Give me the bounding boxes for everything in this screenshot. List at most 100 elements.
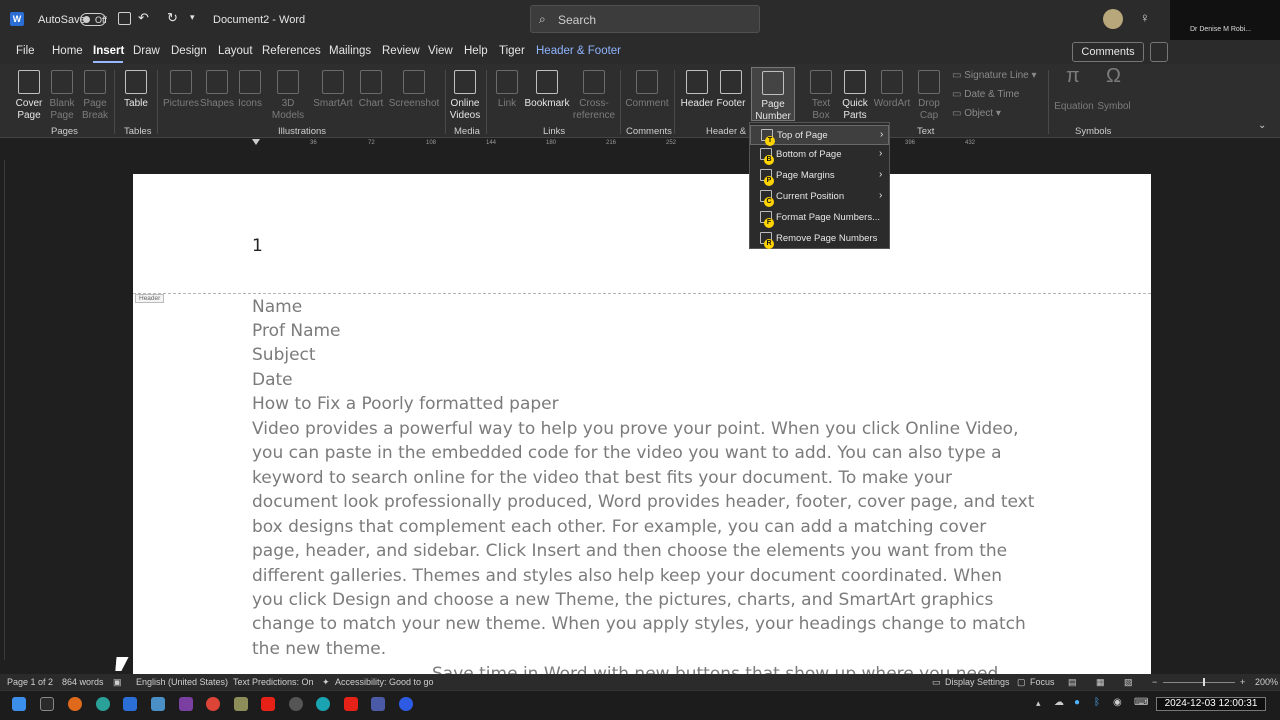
menu-item-format-page-numbers[interactable]: F Format Page Numbers...	[750, 208, 889, 228]
tab-help[interactable]: Help	[464, 45, 488, 57]
pictures-button[interactable]: Pictures	[162, 70, 200, 110]
text-box-button[interactable]: Text Box	[806, 70, 836, 122]
redo-icon[interactable]: ↻	[167, 10, 178, 26]
shapes-button[interactable]: Shapes	[200, 70, 234, 110]
menu-item-remove-page-numbers[interactable]: R Remove Page Numbers	[750, 229, 889, 249]
smartart-button[interactable]: SmartArt	[313, 70, 353, 110]
paragraph-line[interactable]: page, header, and sidebar. Click Insert …	[252, 539, 1007, 564]
tab-review[interactable]: Review	[382, 45, 420, 57]
quick-parts-button[interactable]: Quick Parts	[838, 70, 872, 122]
task-view-icon[interactable]	[40, 697, 54, 711]
zoom-in-icon[interactable]: +	[1240, 677, 1245, 687]
windows-start-icon[interactable]	[12, 697, 26, 711]
focus-button[interactable]: Focus	[1030, 677, 1055, 687]
zoom-level[interactable]: 200%	[1255, 677, 1278, 687]
chevron-up-icon[interactable]: ▴	[1036, 698, 1041, 709]
tab-header-footer[interactable]: Header & Footer	[536, 45, 621, 57]
paragraph-line-partial[interactable]: Save time in Word with new buttons that …	[432, 662, 998, 674]
vertical-ruler[interactable]	[4, 160, 8, 660]
display-settings-button[interactable]: Display Settings	[945, 677, 1010, 687]
paragraph-line[interactable]: document look professionally produced, W…	[252, 490, 1034, 515]
paragraph-line[interactable]: different galleries. Themes and styles a…	[252, 564, 1002, 589]
paragraph-line[interactable]: you can paste in the embedded code for t…	[252, 441, 1002, 466]
file-explorer-icon[interactable]	[151, 697, 165, 711]
tab-references[interactable]: References	[262, 45, 321, 57]
symbol-button[interactable]: Ω Symbol	[1096, 66, 1132, 113]
online-videos-button[interactable]: Online Videos	[448, 70, 482, 122]
date-time-button[interactable]: ▭ Date & Time	[952, 89, 1019, 100]
paragraph-line[interactable]: you click Design and choose a new Theme,…	[252, 588, 993, 613]
search-input[interactable]: ⌕ Search	[530, 5, 760, 33]
doc-line-prof-name[interactable]: Prof Name	[252, 319, 341, 344]
zoom-slider-thumb[interactable]	[1203, 678, 1205, 686]
customize-qat-icon[interactable]: ▾	[190, 12, 195, 23]
paragraph-line[interactable]: change to match your new theme. When you…	[252, 612, 1026, 637]
read-mode-icon[interactable]: ▤	[1068, 677, 1077, 688]
cover-page-button[interactable]: Cover Page	[12, 70, 46, 122]
paragraph-line[interactable]: Video provides a powerful way to help yo…	[252, 417, 1018, 442]
tab-insert[interactable]: Insert	[93, 45, 124, 57]
app-icon[interactable]	[316, 697, 330, 711]
indent-marker[interactable]	[252, 139, 260, 145]
tab-file[interactable]: File	[16, 45, 35, 57]
paragraph-line[interactable]: the new theme.	[252, 637, 386, 662]
doc-line-name[interactable]: Name	[252, 295, 302, 320]
chrome-icon[interactable]	[206, 697, 220, 711]
comment-button[interactable]: Comment	[624, 70, 670, 110]
menu-item-bottom-of-page[interactable]: B Bottom of Page ›	[750, 145, 889, 165]
drop-cap-button[interactable]: Drop Cap	[914, 70, 944, 122]
tab-view[interactable]: View	[428, 45, 453, 57]
collapse-ribbon-icon[interactable]: ⌄	[1258, 120, 1266, 131]
equation-button[interactable]: π Equation	[1054, 66, 1094, 113]
undo-icon[interactable]: ↶	[138, 10, 149, 26]
paragraph-line[interactable]: box designs that complement each other. …	[252, 515, 986, 540]
keyboard-icon[interactable]: ⌨	[1134, 697, 1148, 708]
app-icon[interactable]	[399, 697, 413, 711]
tab-home[interactable]: Home	[52, 45, 83, 57]
paragraph-line[interactable]: keyword to search online for the video t…	[252, 466, 952, 491]
word-taskbar-icon[interactable]	[123, 697, 137, 711]
signature-line-button[interactable]: ▭ Signature Line ▾	[952, 70, 1037, 81]
lightbulb-icon[interactable]: ♀	[1140, 10, 1150, 25]
header-page-number[interactable]: 1	[252, 236, 263, 256]
icons-button[interactable]: Icons	[235, 70, 265, 110]
bookmark-button[interactable]: Bookmark	[523, 70, 571, 110]
comments-button[interactable]: Comments	[1072, 42, 1144, 62]
doc-line-title[interactable]: How to Fix a Poorly formatted paper	[252, 392, 559, 417]
3d-models-button[interactable]: 3D Models	[268, 70, 308, 122]
horizontal-ruler[interactable]: 36 72 108 144 180 216 252 396 432	[0, 139, 1280, 151]
zoom-slider[interactable]	[1163, 682, 1235, 683]
web-layout-icon[interactable]: ▧	[1124, 677, 1133, 688]
page-break-button[interactable]: Page Break	[80, 70, 110, 122]
accessibility-status[interactable]: Accessibility: Good to go	[335, 677, 434, 687]
cross-reference-button[interactable]: Cross- reference	[572, 70, 616, 122]
firefox-icon[interactable]	[68, 697, 82, 711]
print-layout-icon[interactable]: ▦	[1096, 677, 1105, 688]
wordart-button[interactable]: WordArt	[872, 70, 912, 110]
text-predictions-status[interactable]: Text Predictions: On	[233, 677, 314, 687]
screenshot-button[interactable]: Screenshot	[388, 70, 440, 110]
menu-item-current-position[interactable]: C Current Position ›	[750, 187, 889, 207]
page-count[interactable]: Page 1 of 2	[7, 677, 53, 687]
clock[interactable]: 2024-12-03 12:00:31	[1156, 697, 1266, 711]
cloud-icon[interactable]: ☁	[1054, 697, 1064, 708]
zoom-out-icon[interactable]: −	[1152, 677, 1157, 687]
tab-layout[interactable]: Layout	[218, 45, 253, 57]
editing-mode-button[interactable]	[1150, 42, 1168, 62]
tab-mailings[interactable]: Mailings	[329, 45, 371, 57]
app-icon[interactable]	[289, 697, 303, 711]
proofing-icon[interactable]: ▣	[113, 677, 122, 688]
youtube-icon[interactable]	[261, 697, 275, 711]
youtube-icon[interactable]	[344, 697, 358, 711]
avatar[interactable]	[1103, 9, 1123, 29]
bluetooth-icon[interactable]: ᛒ	[1094, 697, 1100, 708]
tab-draw[interactable]: Draw	[133, 45, 160, 57]
table-button[interactable]: Table	[120, 70, 152, 110]
word-count[interactable]: 864 words	[62, 677, 104, 687]
language-status[interactable]: English (United States)	[136, 677, 228, 687]
doc-line-date[interactable]: Date	[252, 368, 293, 393]
onenote-icon[interactable]	[179, 697, 193, 711]
tab-design[interactable]: Design	[171, 45, 207, 57]
object-button[interactable]: ▭ Object ▾	[952, 108, 1001, 119]
page-number-button[interactable]: Page Number	[751, 67, 795, 122]
